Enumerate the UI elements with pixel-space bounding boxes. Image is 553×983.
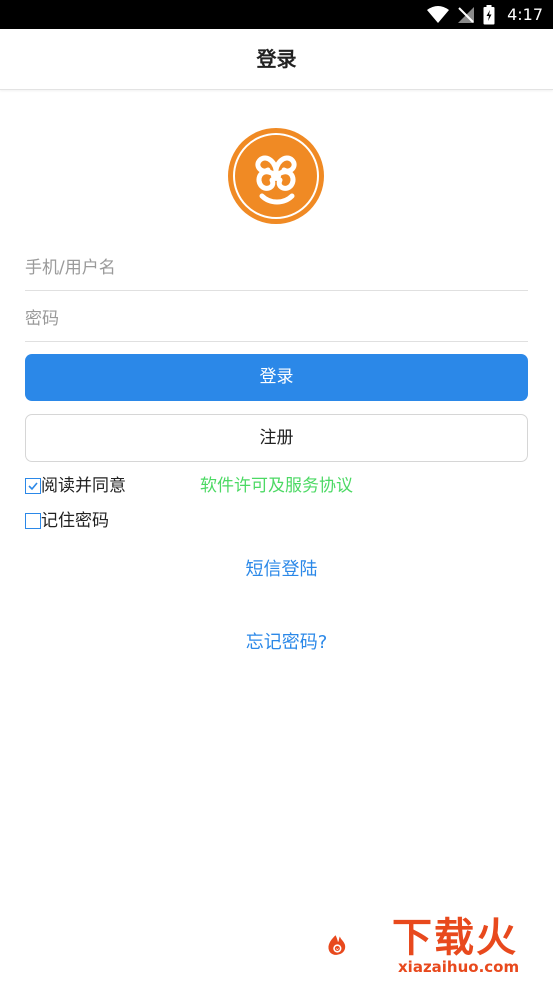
page-title: 登录 xyxy=(256,47,297,71)
remember-password-checkbox[interactable] xyxy=(25,513,41,529)
agreement-checkbox[interactable] xyxy=(25,478,41,494)
watermark-text: 下载火 xyxy=(392,915,518,961)
status-icons: 4:17 xyxy=(427,0,543,29)
password-field[interactable] xyxy=(25,297,528,342)
username-input[interactable] xyxy=(25,246,528,290)
swirl-logo-icon xyxy=(228,128,324,224)
status-bar: 4:17 xyxy=(0,0,553,29)
password-input[interactable] xyxy=(25,297,528,341)
no-signal-icon xyxy=(458,6,475,23)
forgot-password-link[interactable]: 忘记密码? xyxy=(0,632,553,654)
checkmark-icon xyxy=(28,482,38,491)
license-agreement-link[interactable]: 软件许可及服务协议 xyxy=(200,476,353,496)
agreement-label: 阅读并同意 xyxy=(41,476,126,496)
wifi-icon xyxy=(427,5,450,23)
battery-charging-icon xyxy=(483,4,495,24)
watermark-subtext: xiazaihuo.com xyxy=(398,958,520,976)
username-field[interactable] xyxy=(25,246,528,291)
flame-logo-icon xyxy=(328,935,346,955)
remember-password-label: 记住密码 xyxy=(41,511,109,531)
status-time: 4:17 xyxy=(507,5,543,24)
nav-bar: 登录 xyxy=(0,29,553,90)
login-button[interactable]: 登录 xyxy=(25,354,528,401)
sms-login-link[interactable]: 短信登陆 xyxy=(0,559,553,581)
register-button[interactable]: 注册 xyxy=(25,414,528,462)
